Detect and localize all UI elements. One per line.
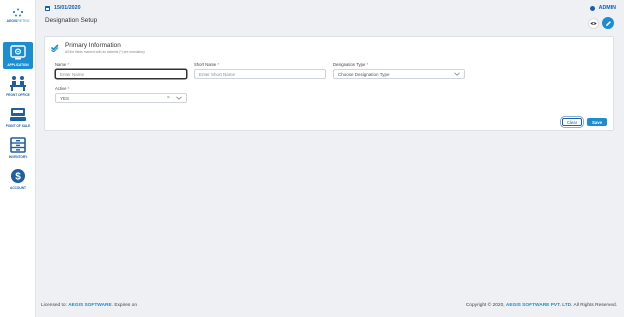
active-selected-value: YES [60, 95, 70, 101]
user-name: ADMIN [598, 5, 616, 11]
edit-button[interactable] [602, 17, 614, 29]
designation-type-select[interactable]: Choose Designation Type [333, 69, 465, 79]
top-bar: 15/01/2020 ADMIN [36, 0, 624, 18]
sidebar-item-application[interactable]: APPLICATION [3, 42, 33, 69]
sidebar-item-label: POINT OF SALE [5, 124, 31, 128]
date-display: 15/01/2020 [45, 5, 81, 11]
inventory-icon [10, 137, 26, 153]
pencil-icon [605, 20, 611, 26]
name-input[interactable] [55, 69, 187, 79]
sidebar-item-front-office[interactable]: FRONT OFFICE [3, 75, 33, 97]
primary-information-card: Primary Information All the fields marke… [44, 36, 614, 131]
user-menu[interactable]: ADMIN [589, 5, 616, 11]
chevron-down-icon [176, 96, 182, 100]
active-label: Active * [55, 86, 70, 91]
current-date: 15/01/2020 [54, 5, 81, 11]
short-name-label: Short Name * [194, 62, 220, 67]
section-title: Primary Information [65, 42, 121, 49]
account-icon: $ [11, 169, 25, 183]
section-subtitle: All the fields marked with an asterisk (… [65, 50, 145, 54]
sidebar-item-label: FRONT OFFICE [6, 93, 30, 97]
user-icon [589, 5, 595, 11]
sidebar-item-inventory[interactable]: INVENTORY [3, 137, 33, 159]
chevron-down-icon [454, 72, 460, 76]
point-of-sale-icon [10, 108, 26, 121]
copyright-info: Copyright © 2020, AEGIS SOFTWARE PVT. LT… [465, 303, 617, 308]
app-logo: AEGISRETRO [0, 8, 36, 23]
designation-type-placeholder: Choose Designation Type [338, 71, 390, 77]
front-office-icon [10, 76, 26, 91]
clear-selection-icon[interactable]: × [167, 95, 170, 101]
logo-text: AEGISRETRO [6, 19, 30, 23]
clear-button[interactable]: Clear [562, 118, 582, 126]
svg-text:$: $ [15, 172, 21, 183]
sidebar-item-point-of-sale[interactable]: POINT OF SALE [3, 106, 33, 128]
save-button[interactable]: Save [587, 118, 607, 126]
sidebar: AEGISRETRO APPLICATION FRONT OFFICE POIN… [0, 0, 36, 317]
view-button[interactable] [588, 18, 599, 29]
eye-icon [590, 22, 597, 25]
sidebar-item-label: INVENTORY [8, 155, 28, 159]
checklist-icon [51, 44, 59, 52]
sidebar-item-label: ACCOUNT [10, 186, 26, 190]
active-select[interactable]: YES × [55, 93, 187, 103]
logo-mark-icon [13, 8, 23, 17]
short-name-input[interactable] [194, 69, 326, 79]
license-info: Licensed to: AEGIS SOFTWARE. Expires on [41, 303, 138, 308]
sidebar-item-account[interactable]: $ ACCOUNT [3, 168, 33, 190]
name-label: Name * [55, 62, 69, 67]
sidebar-item-label: APPLICATION [7, 63, 29, 67]
calendar-icon [45, 5, 50, 11]
page-title: Designation Setup [45, 17, 98, 24]
designation-type-label: Designation Type * [333, 62, 369, 67]
application-icon [10, 45, 26, 60]
